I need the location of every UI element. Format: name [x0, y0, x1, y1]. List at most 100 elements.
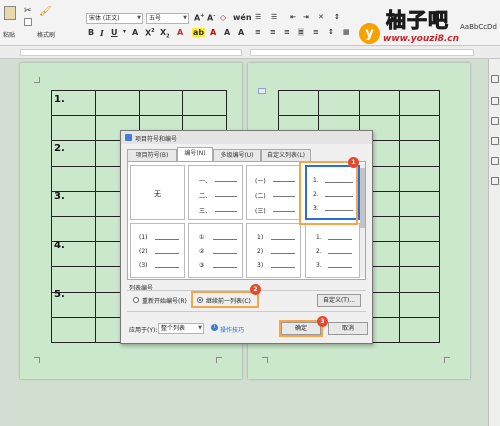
annotation-highlight — [299, 161, 358, 225]
shading-icon[interactable]: A — [132, 28, 138, 37]
align-right-icon[interactable]: ≡ — [284, 28, 290, 36]
style-line — [155, 253, 179, 254]
horizontal-ruler[interactable] — [0, 46, 500, 59]
numbering-style-none[interactable]: 无 — [130, 165, 185, 220]
numbering-style-paren-arabic[interactable]: (1) (2) (3) — [130, 223, 185, 278]
tab-numbering[interactable]: 编号(N) — [177, 147, 213, 161]
apply-to-select[interactable]: 整个列表 ▼ — [158, 323, 204, 334]
numbering-style-arabic-paren[interactable]: 1) 2) 3) — [246, 223, 301, 278]
step-badge: 3 — [317, 316, 328, 327]
margin-mark — [34, 357, 40, 363]
style-item: 1) — [257, 234, 264, 241]
justify-icon[interactable]: ≡ — [298, 28, 304, 36]
style-item: ② — [199, 248, 205, 255]
distributed-icon[interactable]: ≡ — [313, 28, 319, 36]
restart-numbering-radio[interactable] — [133, 297, 139, 303]
line-spacing-icon[interactable]: ↕ — [328, 28, 334, 36]
tips-link[interactable]: 操作技巧 — [220, 325, 244, 334]
align-center-icon[interactable]: ≡ — [270, 28, 276, 36]
style-line — [271, 239, 295, 240]
backup-icon[interactable] — [491, 157, 499, 165]
font-size-combo[interactable]: 五号 ▼ — [146, 13, 189, 24]
decrease-indent-icon[interactable]: ⇤ — [290, 13, 296, 21]
grow-font-icon[interactable]: A+ — [194, 13, 204, 23]
font-color-icon[interactable]: A — [210, 28, 216, 37]
style-line — [271, 253, 295, 254]
superscript-icon[interactable]: X2 — [145, 28, 155, 38]
selection-icon[interactable] — [491, 75, 499, 83]
apply-to-value: 整个列表 — [161, 325, 186, 332]
numbering-icon[interactable]: ☰ — [271, 13, 277, 21]
tab-multilevel[interactable]: 多级编号(U) — [213, 149, 261, 161]
cancel-button[interactable]: 取消 — [328, 322, 368, 335]
format-painter-icon[interactable]: 🖌 — [39, 6, 52, 17]
style-line — [273, 211, 295, 212]
step-badge: 1 — [348, 157, 359, 168]
shrink-font-icon[interactable]: A- — [207, 13, 215, 23]
panel-scrollbar[interactable] — [360, 164, 365, 277]
clear-format-icon[interactable]: ◇ — [220, 13, 226, 22]
paste-icon[interactable] — [4, 6, 16, 20]
italic-icon[interactable]: I — [100, 28, 104, 38]
chinese-layout-icon[interactable]: ✕ — [318, 13, 324, 21]
char-shading-icon[interactable]: A — [238, 28, 244, 37]
style-item: (一) — [255, 178, 266, 185]
cut-icon[interactable]: ✂ — [24, 6, 32, 16]
dialog-titlebar[interactable]: 项目符号和编号 — [121, 131, 372, 144]
font-name-combo[interactable]: 宋体 (正文) ▼ — [86, 13, 143, 24]
font-name-value: 宋体 (正文) — [89, 15, 120, 22]
restart-numbering-label[interactable]: 重新开始编号(R) — [142, 296, 187, 305]
style-item: 1. — [316, 234, 322, 241]
row-number: 3. — [54, 191, 65, 202]
row-number: 2. — [54, 143, 65, 154]
sort-icon[interactable]: ↕ — [334, 13, 340, 21]
step-badge: 2 — [250, 284, 261, 295]
numbering-style-chinese[interactable]: 一、 二、 三、 — [188, 165, 243, 220]
text-effect-icon[interactable]: A — [177, 28, 183, 37]
logo-badge: y — [359, 23, 380, 44]
bullets-icon[interactable]: ☰ — [255, 13, 261, 21]
numbering-style-arabic-dot[interactable]: 1. 2. 3. — [305, 223, 360, 278]
style-pane-icon[interactable] — [491, 97, 499, 105]
share-icon[interactable] — [491, 137, 499, 145]
bullets-numbering-dialog: 项目符号和编号 项目符号(B) 编号(N) 多级编号(U) 自定义列表(L) 无… — [120, 130, 373, 344]
char-border-icon[interactable]: A — [224, 28, 230, 37]
highlight-icon[interactable]: ab — [192, 28, 206, 37]
style-item: ③ — [199, 262, 205, 269]
style-gallery-preview[interactable]: AaBbCcDd — [460, 23, 497, 31]
format-painter-label[interactable]: 格式刷 — [37, 30, 55, 39]
style-line — [215, 181, 237, 182]
style-line — [273, 181, 295, 182]
underline-icon[interactable]: U — [111, 28, 118, 37]
tab-bullets[interactable]: 项目符号(B) — [127, 149, 177, 161]
copy-icon[interactable] — [24, 18, 32, 26]
style-item: (二) — [255, 193, 266, 200]
borders-icon[interactable]: ▦ — [343, 28, 350, 36]
style-line — [155, 239, 179, 240]
numbering-style-chinese-paren[interactable]: (一) (二) (三) — [246, 165, 301, 220]
phonetic-icon[interactable]: wén — [233, 13, 252, 22]
paste-button-label[interactable]: 粘贴 — [3, 30, 15, 39]
style-item: (1) — [139, 234, 148, 241]
layout-options-icon[interactable] — [258, 88, 266, 94]
chevron-down-icon: ▼ — [198, 325, 202, 331]
style-line — [271, 267, 295, 268]
divider — [127, 311, 366, 312]
logo-url: www.youzi8.cn — [383, 34, 459, 44]
tab-custom-list[interactable]: 自定义列表(L) — [261, 149, 311, 161]
right-side-toolbar — [488, 59, 500, 426]
subscript-icon[interactable]: X2 — [160, 28, 170, 40]
chevron-down-icon[interactable]: ▾ — [123, 28, 126, 35]
scrollbar-thumb[interactable] — [360, 168, 365, 228]
style-item: 3) — [257, 262, 264, 269]
increase-indent-icon[interactable]: ⇥ — [303, 13, 309, 21]
help-icon[interactable] — [491, 177, 499, 185]
bold-icon[interactable]: B — [88, 28, 94, 37]
margin-mark — [216, 357, 222, 363]
align-left-icon[interactable]: ≡ — [255, 28, 261, 36]
properties-icon[interactable] — [491, 117, 499, 125]
customize-button[interactable]: 自定义(T)... — [317, 294, 361, 307]
apply-to-label: 应用于(Y): — [129, 327, 158, 334]
style-item: ① — [199, 234, 205, 241]
numbering-style-circled[interactable]: ① ② ③ — [188, 223, 243, 278]
